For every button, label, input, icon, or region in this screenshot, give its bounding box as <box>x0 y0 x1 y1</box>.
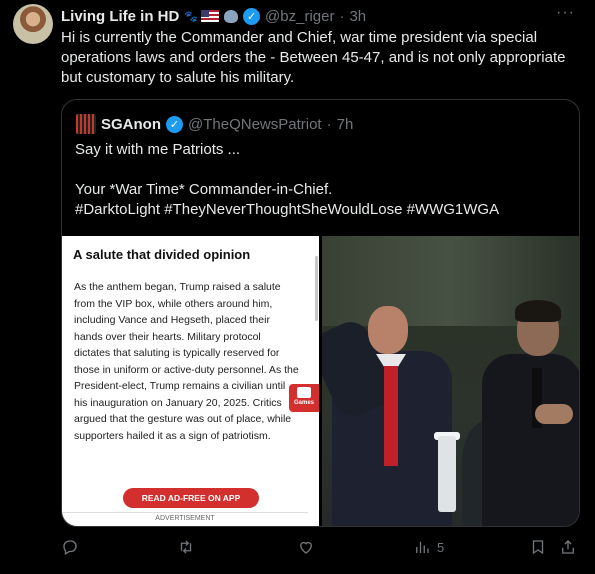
speaking-head-icon <box>224 9 239 23</box>
article-screenshot-image[interactable]: A salute that divided opinion As the ant… <box>62 236 319 526</box>
author-handle[interactable]: @bz_riger <box>265 8 334 25</box>
paw-prints-icon: 🐾 <box>184 10 198 23</box>
author-avatar[interactable] <box>13 4 53 44</box>
views-count: 5 <box>437 539 445 555</box>
games-icon <box>297 387 311 398</box>
advertisement-label: ADVERTISEMENT <box>62 512 308 522</box>
quote-author-avatar[interactable] <box>76 114 96 134</box>
tweet-actions: 5 <box>61 538 581 562</box>
reply-icon <box>63 540 77 555</box>
bookmark-button[interactable] <box>529 538 547 556</box>
share-icon <box>562 540 574 554</box>
views-chart-icon <box>416 541 429 553</box>
tweet-header: Living Life in HD 🐾 ✓ @bz_riger · 3h <box>61 6 575 26</box>
more-options-icon[interactable]: ··· <box>556 4 575 22</box>
quote-media[interactable]: A salute that divided opinion As the ant… <box>62 236 579 526</box>
repost-button[interactable] <box>177 538 195 556</box>
share-button[interactable] <box>559 538 577 556</box>
photo-man-right-hair <box>515 300 561 322</box>
meta-separator: · <box>339 7 345 25</box>
bookmark-icon <box>532 540 544 555</box>
photo-man-right-body <box>482 354 579 526</box>
author-name[interactable]: Living Life in HD <box>61 8 179 25</box>
heart-icon <box>300 541 312 554</box>
quote-verified-badge-icon[interactable]: ✓ <box>166 115 183 133</box>
quote-author-name[interactable]: SGAnon <box>101 116 161 133</box>
like-button[interactable] <box>297 538 315 556</box>
quote-hashtags[interactable]: #DarktoLight #TheyNeverThoughtSheWouldLo… <box>75 200 570 220</box>
quote-line-2: Your *War Time* Commander-in-Chief. <box>75 181 333 198</box>
article-scrollbar <box>315 256 318 321</box>
quote-time[interactable]: 7h <box>337 116 354 133</box>
games-badge: Games <box>289 384 319 412</box>
photo-red-tie <box>384 366 398 466</box>
photo-man-left-head <box>368 306 408 354</box>
tweet-text: Hi is currently the Commander and Chief,… <box>61 29 566 86</box>
tweet-time[interactable]: 3h <box>349 8 366 25</box>
read-ad-free-button: READ AD-FREE ON APP <box>123 488 259 508</box>
article-title: A salute that divided opinion <box>73 247 251 262</box>
article-body: As the anthem began, Trump raised a salu… <box>74 281 299 442</box>
photo-hand-on-heart <box>535 404 573 424</box>
repost-icon <box>180 540 192 554</box>
quote-author-handle[interactable]: @TheQNewsPatriot <box>188 116 322 133</box>
views-button[interactable]: 5 <box>413 538 444 556</box>
photo-podium <box>438 436 456 512</box>
quoted-tweet[interactable]: SGAnon ✓ @TheQNewsPatriot · 7h Say it wi… <box>61 99 580 527</box>
verified-badge-icon[interactable]: ✓ <box>243 7 261 25</box>
salute-photo-image[interactable] <box>322 236 579 526</box>
quote-text: Say it with me Patriots ... Your *War Ti… <box>75 140 570 220</box>
us-flag-icon <box>201 10 220 22</box>
quote-header: SGAnon ✓ @TheQNewsPatriot · 7h <box>76 114 353 134</box>
quote-meta-separator: · <box>326 115 332 133</box>
games-label: Games <box>293 400 314 406</box>
reply-button[interactable] <box>61 538 79 556</box>
quote-line-1: Say it with me Patriots ... <box>75 141 241 158</box>
